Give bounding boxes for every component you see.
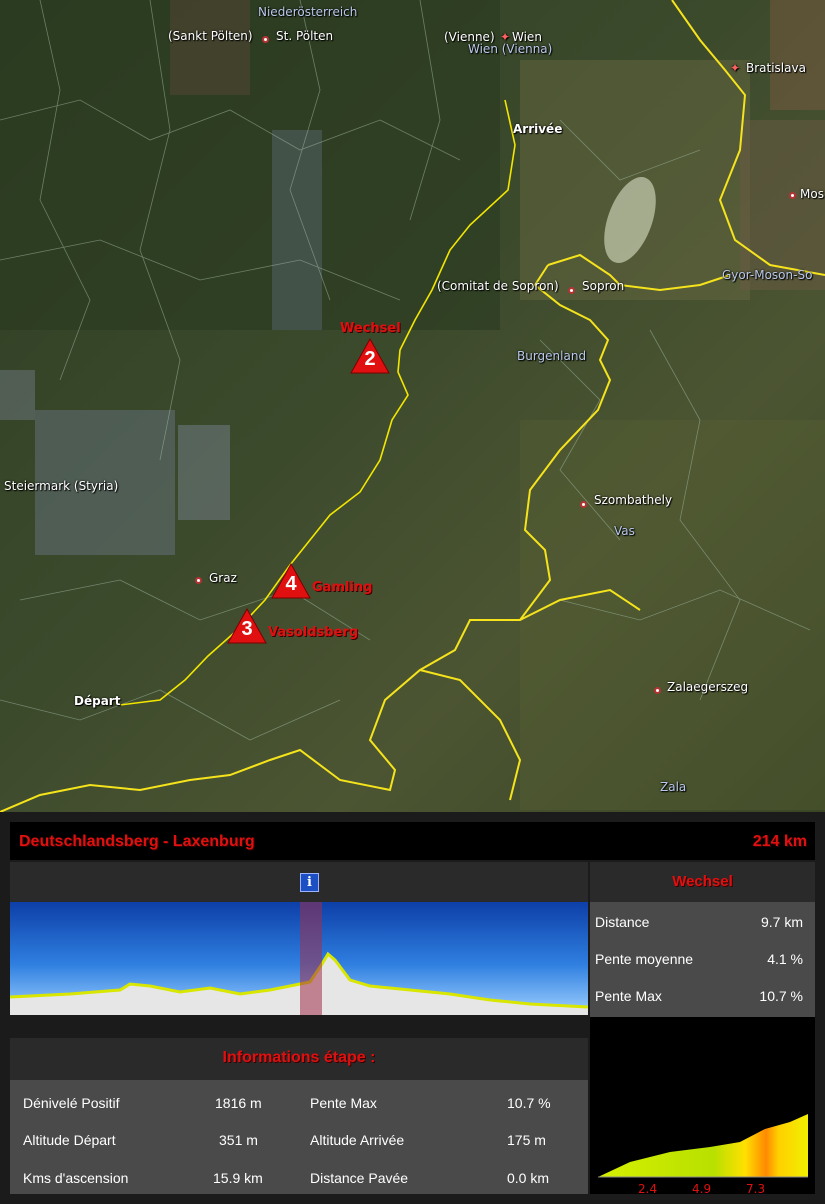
climb-stats: Distance 9.7 km Pente moyenne 4.1 % Pent… xyxy=(590,902,815,1017)
region-niederosterreich-label: Niederösterreich xyxy=(258,5,358,19)
start-label: Départ xyxy=(74,694,121,708)
climb-profile-graphic xyxy=(598,1114,808,1178)
city-graz-label: Graz xyxy=(209,571,237,585)
elevation-profile-graphic xyxy=(10,902,588,1015)
climb-highlight-band xyxy=(300,902,322,1015)
city-marker[interactable] xyxy=(789,192,796,199)
stage-distance: 214 km xyxy=(752,833,807,850)
region-burgenland-label: Burgenland xyxy=(517,349,587,363)
climb-vasoldsberg-label: Vasoldsberg xyxy=(268,625,359,640)
info-bar: i xyxy=(10,862,588,902)
table-row: Dénivelé Positif 1816 m Pente Max 10.7 % xyxy=(23,1095,551,1111)
city-marker[interactable] xyxy=(568,287,575,294)
climb-header: Wechsel xyxy=(590,862,815,902)
city-wien-vienna-label: Wien (Vienna) xyxy=(468,42,553,56)
stage-info-table: Dénivelé Positif 1816 m Pente Max 10.7 %… xyxy=(10,1080,588,1194)
region-steiermark-label: Steiermark (Styria) xyxy=(4,479,119,493)
city-zalaegerszeg-label: Zalaegerszeg xyxy=(667,680,749,694)
city-comitat-sopron-label: (Comitat de Sopron) xyxy=(437,279,559,293)
table-row: Kms d'ascension 15.9 km Distance Pavée 0… xyxy=(23,1170,550,1186)
climb-profile-chart[interactable] xyxy=(590,1017,815,1194)
city-sopron-label: Sopron xyxy=(582,279,625,293)
stat-row: Pente moyenne 4.1 % xyxy=(595,951,803,967)
stage-elevation-profile[interactable] xyxy=(10,902,588,1015)
city-marker[interactable] xyxy=(262,36,269,43)
city-szombathely-label: Szombathely xyxy=(594,493,673,507)
stage-title-bar: Deutschlandsberg - Laxenburg 214 km xyxy=(10,822,815,860)
climb-name: Wechsel xyxy=(672,873,733,890)
climb-km-tick: 7.3 xyxy=(746,1182,766,1196)
info-icon[interactable]: i xyxy=(300,873,319,892)
stage-title: Deutschlandsberg - Laxenburg xyxy=(19,833,255,850)
city-sankt-polten-label: (Sankt Pölten) xyxy=(168,29,253,43)
climb-marker-2[interactable]: 2 xyxy=(350,338,390,374)
table-row: Altitude Départ 351 m Altitude Arrivée 1… xyxy=(23,1132,546,1148)
capital-star-icon: ✦ xyxy=(730,61,741,75)
stage-info-header: Informations étape : xyxy=(10,1038,588,1080)
city-st-polten-label: St. Pölten xyxy=(276,29,334,43)
city-marker[interactable] xyxy=(580,501,587,508)
climb-km-tick: 4.9 xyxy=(692,1182,712,1196)
stage-info-heading: Informations étape : xyxy=(222,1049,376,1066)
climb-marker-3[interactable]: 3 xyxy=(227,608,267,644)
city-mos-label: Mos xyxy=(800,187,824,201)
climb-wechsel-label: Wechsel xyxy=(340,321,401,336)
stat-row: Distance 9.7 km xyxy=(595,914,803,930)
region-zala-label: Zala xyxy=(660,780,687,794)
region-gyor-label: Gyor-Moson-So xyxy=(722,268,813,282)
climb-gamling-label: Gamling xyxy=(312,580,373,595)
city-bratislava-label: Bratislava xyxy=(746,61,806,75)
city-marker[interactable] xyxy=(195,577,202,584)
region-vas-label: Vas xyxy=(614,524,635,538)
satellite-map[interactable]: Niederösterreich (Sankt Pölten) St. Pölt… xyxy=(0,0,825,812)
climb-marker-4[interactable]: 4 xyxy=(271,563,311,599)
stat-row: Pente Max 10.7 % xyxy=(595,988,803,1004)
finish-label: Arrivée xyxy=(513,122,563,136)
city-marker[interactable] xyxy=(654,687,661,694)
climb-km-tick: 2.4 xyxy=(638,1182,658,1196)
